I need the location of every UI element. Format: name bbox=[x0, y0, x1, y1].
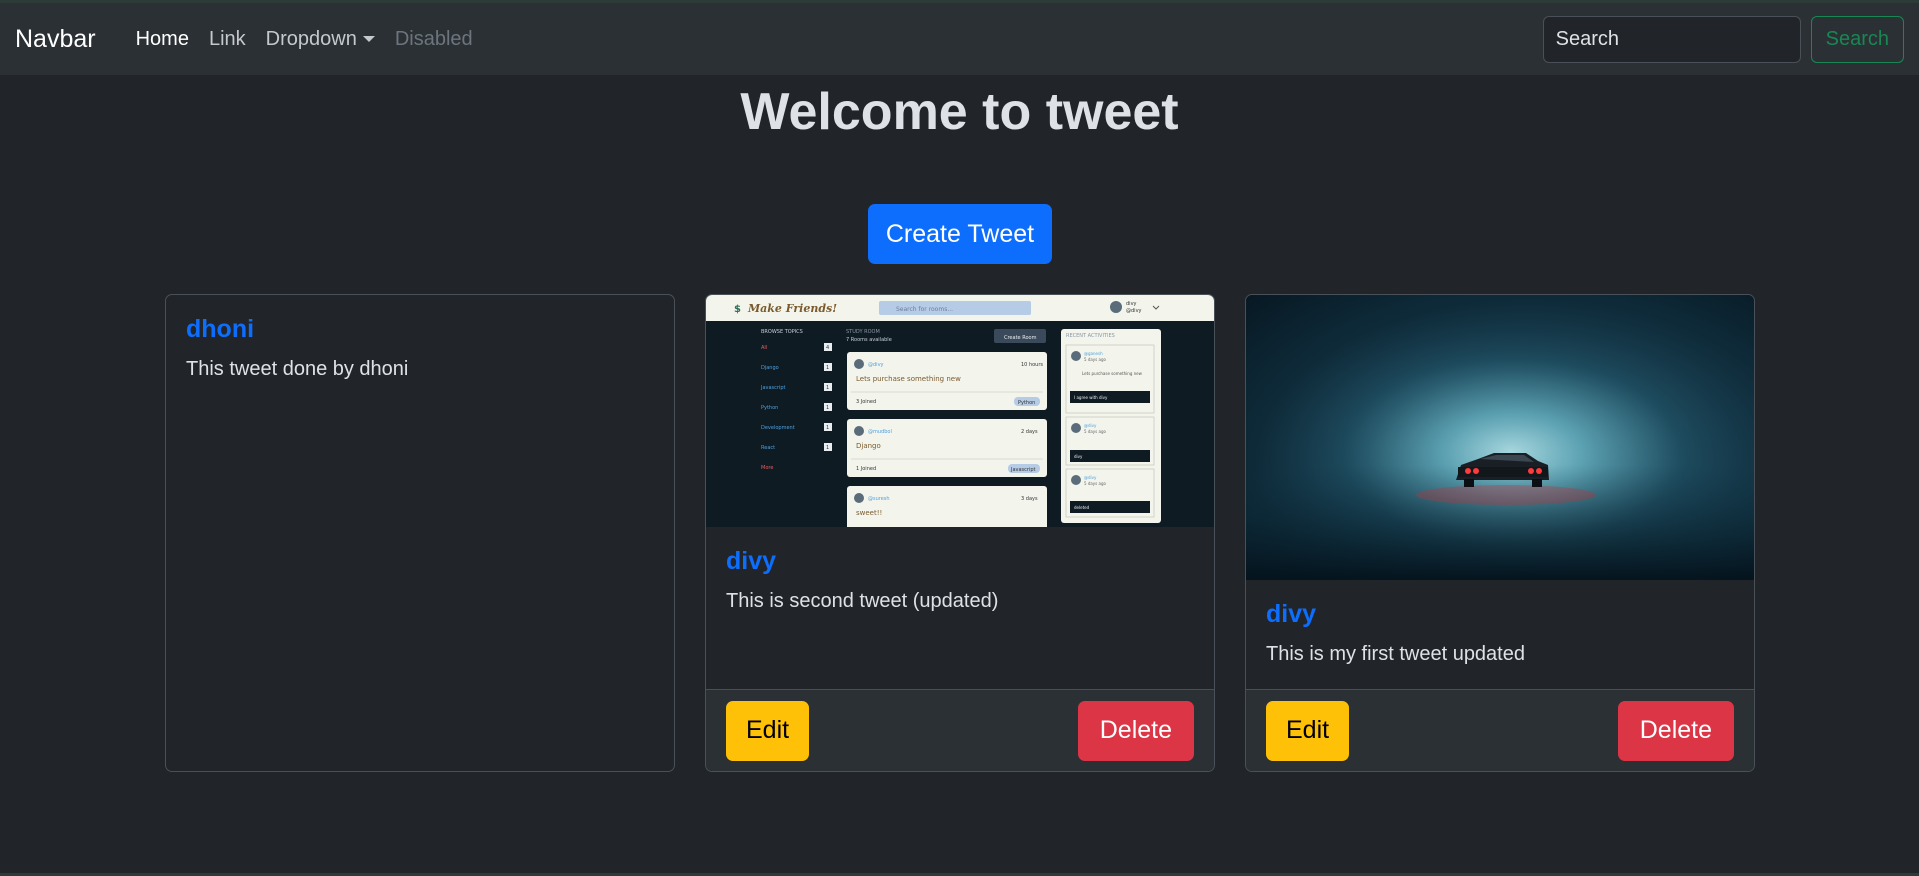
card-body: divy This is second tweet (updated) bbox=[706, 527, 1214, 613]
svg-text:Django: Django bbox=[761, 365, 779, 371]
screenshot-app-title: Make Friends! bbox=[747, 302, 837, 315]
svg-text:Lets purchase something new: Lets purchase something new bbox=[856, 375, 961, 383]
nav-link-link[interactable]: Link bbox=[199, 28, 256, 51]
svg-text:1: 1 bbox=[826, 425, 829, 431]
svg-text:$: $ bbox=[734, 304, 741, 315]
tweet-image-car bbox=[1246, 295, 1754, 580]
svg-text:5 days ago: 5 days ago bbox=[1084, 481, 1107, 486]
svg-text:Create Room: Create Room bbox=[1004, 335, 1037, 341]
tweet-text: This tweet done by dhoni bbox=[186, 358, 409, 380]
screenshot-user-handle: @divy bbox=[1126, 308, 1142, 314]
svg-text:React: React bbox=[761, 445, 775, 451]
svg-text:More: More bbox=[761, 465, 773, 471]
svg-text:2 days: 2 days bbox=[1021, 429, 1038, 435]
svg-text:Python: Python bbox=[1018, 400, 1035, 406]
svg-text:1 Joined: 1 Joined bbox=[856, 466, 876, 472]
svg-text:10 hours: 10 hours bbox=[1021, 362, 1043, 368]
svg-text:I agree with divy: I agree with divy bbox=[1074, 395, 1108, 400]
svg-text:7 Rooms available: 7 Rooms available bbox=[846, 337, 892, 343]
svg-text:Javascript: Javascript bbox=[1010, 467, 1036, 473]
navbar-brand[interactable]: Navbar bbox=[15, 25, 96, 54]
svg-text:STUDY ROOM: STUDY ROOM bbox=[846, 329, 880, 335]
svg-text:Javascript: Javascript bbox=[760, 385, 786, 391]
screenshot-search-placeholder: Search for rooms... bbox=[896, 306, 953, 313]
car-graphic bbox=[1246, 295, 1754, 580]
tweet-text: This is second tweet (updated) bbox=[726, 590, 999, 612]
search-button[interactable]: Search bbox=[1810, 15, 1904, 63]
edit-button[interactable]: Edit bbox=[726, 700, 810, 761]
svg-text:RECENT ACTIVITIES: RECENT ACTIVITIES bbox=[1066, 333, 1115, 339]
caret-down-icon bbox=[362, 36, 375, 42]
svg-text:5 days ago: 5 days ago bbox=[1084, 429, 1107, 434]
edit-button[interactable]: Edit bbox=[1266, 700, 1350, 761]
svg-text:1: 1 bbox=[826, 365, 829, 371]
svg-text:Lets purchase something new: Lets purchase something new bbox=[1082, 371, 1143, 376]
svg-text:@divy: @divy bbox=[1084, 423, 1097, 428]
svg-text:@ganesh: @ganesh bbox=[1084, 351, 1103, 356]
svg-text:@suresh: @suresh bbox=[868, 496, 890, 502]
nav-link-home[interactable]: Home bbox=[126, 28, 199, 51]
svg-text:1: 1 bbox=[826, 385, 829, 391]
tweet-image-screenshot: $ Make Friends! Search for rooms... divy… bbox=[706, 295, 1214, 527]
card-footer: Edit Delete bbox=[706, 689, 1214, 771]
card-body: dhoni This tweet done by dhoni bbox=[166, 295, 674, 381]
svg-text:deleted: deleted bbox=[1074, 505, 1090, 510]
svg-text:@mudbol: @mudbol bbox=[868, 429, 892, 435]
tweet-card: $ Make Friends! Search for rooms... divy… bbox=[705, 294, 1215, 772]
card-footer: Edit Delete bbox=[1246, 689, 1754, 771]
svg-text:sweet!!: sweet!! bbox=[856, 509, 882, 517]
nav-dropdown-label: Dropdown bbox=[265, 27, 357, 50]
tweet-text: This is my first tweet updated bbox=[1266, 643, 1525, 665]
tweet-author[interactable]: divy bbox=[726, 547, 1194, 576]
svg-text:1: 1 bbox=[826, 405, 829, 411]
svg-text:1: 1 bbox=[826, 445, 829, 451]
delete-button[interactable]: Delete bbox=[1077, 700, 1194, 761]
screenshot-graphic: $ Make Friends! Search for rooms... divy… bbox=[706, 295, 1214, 527]
svg-text:3 Joined: 3 Joined bbox=[856, 399, 876, 405]
nav-link-disabled: Disabled bbox=[394, 27, 473, 50]
tweet-author[interactable]: divy bbox=[1266, 600, 1734, 629]
tweet-card: divy This is my first tweet updated Edit… bbox=[1245, 294, 1755, 772]
card-body: divy This is my first tweet updated bbox=[1246, 580, 1754, 666]
svg-text:5 days ago: 5 days ago bbox=[1084, 357, 1107, 362]
nav-dropdown[interactable]: Dropdown bbox=[256, 28, 385, 51]
svg-text:Django: Django bbox=[856, 442, 881, 450]
create-tweet-button[interactable]: Create Tweet bbox=[868, 204, 1052, 264]
tweet-card: dhoni This tweet done by dhoni bbox=[165, 294, 675, 772]
search-input[interactable] bbox=[1542, 15, 1801, 63]
navbar: Navbar Home Link Dropdown Disabled Searc… bbox=[0, 3, 1919, 75]
svg-text:3 days: 3 days bbox=[1021, 496, 1038, 502]
svg-text:divy: divy bbox=[1074, 454, 1083, 459]
nav-links: Home Link Dropdown Disabled bbox=[126, 28, 483, 51]
screenshot-browse-heading: BROWSE TOPICS bbox=[761, 329, 803, 335]
svg-text:@divy: @divy bbox=[1084, 475, 1097, 480]
svg-text:Development: Development bbox=[761, 425, 795, 431]
tweet-author[interactable]: dhoni bbox=[186, 315, 654, 344]
svg-text:All: All bbox=[761, 345, 767, 351]
delete-button[interactable]: Delete bbox=[1617, 700, 1734, 761]
svg-text:@divy: @divy bbox=[868, 362, 884, 368]
screenshot-user-name: divy bbox=[1126, 301, 1137, 307]
search-form: Search bbox=[1542, 15, 1904, 63]
page-title: Welcome to tweet bbox=[740, 83, 1179, 141]
svg-text:Python: Python bbox=[761, 405, 778, 411]
svg-text:4: 4 bbox=[826, 345, 829, 351]
